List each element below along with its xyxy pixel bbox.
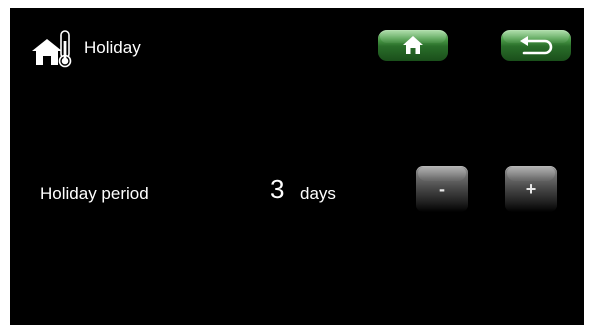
increase-label: + bbox=[525, 179, 537, 199]
house-thermometer-icon bbox=[31, 29, 85, 73]
increase-button[interactable]: + bbox=[505, 166, 557, 212]
holiday-period-value: 3 bbox=[270, 174, 285, 204]
home-icon bbox=[403, 36, 423, 54]
page-title: Holiday bbox=[84, 38, 141, 57]
holiday-screen: Holiday Holiday period 3 days - + bbox=[10, 8, 584, 325]
back-button[interactable] bbox=[501, 30, 571, 61]
home-button[interactable] bbox=[378, 30, 448, 61]
decrease-button[interactable]: - bbox=[416, 166, 468, 212]
holiday-period-unit: days bbox=[300, 184, 336, 203]
decrease-label: - bbox=[439, 179, 445, 199]
back-arrow-icon bbox=[520, 36, 553, 55]
holiday-period-label: Holiday period bbox=[40, 184, 149, 203]
